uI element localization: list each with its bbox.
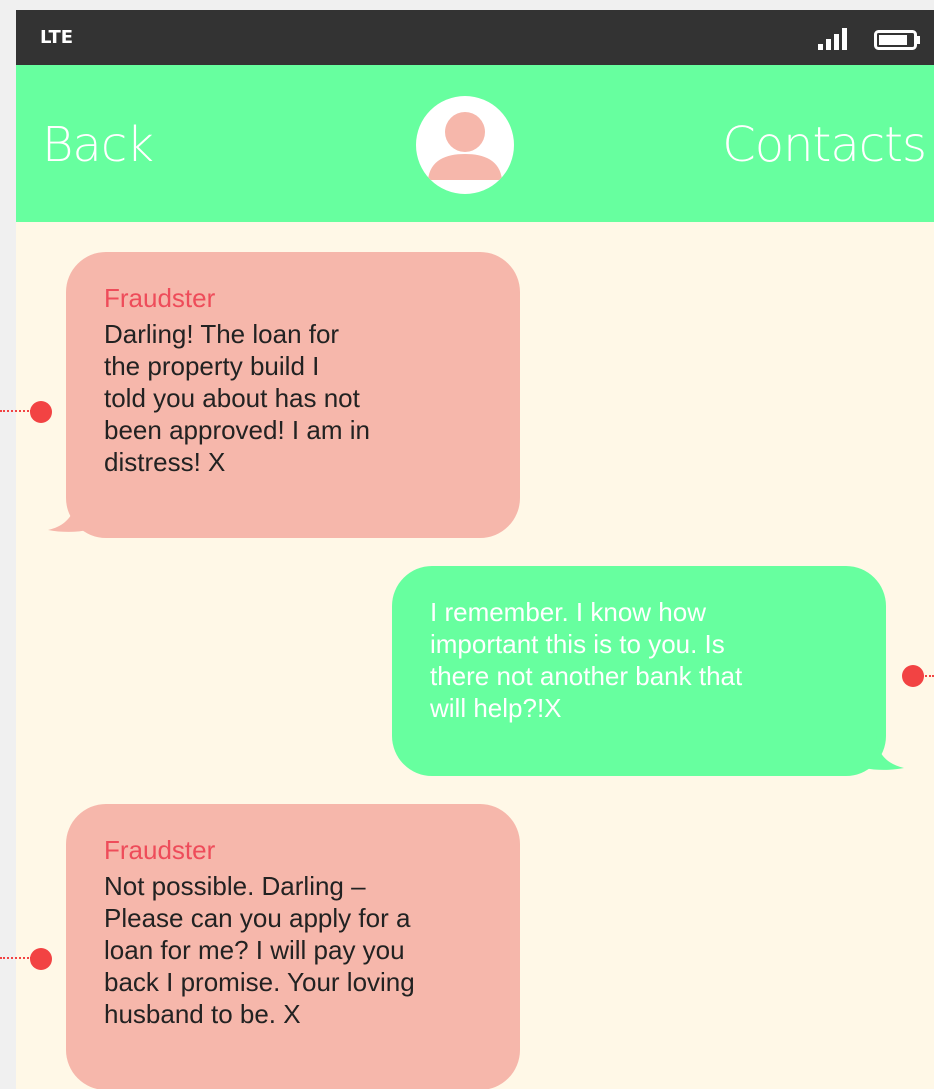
status-bar: LTE	[16, 10, 934, 65]
phone-screen: LTE Back Contacts Fraudster Darling! The…	[16, 10, 934, 1089]
network-type: LTE	[40, 27, 74, 48]
message-line: told you about has not	[104, 383, 360, 413]
message-bubble-received[interactable]: Fraudster Darling! The loan for the prop…	[66, 252, 520, 538]
battery-icon	[874, 30, 920, 50]
annotation-line	[922, 675, 934, 677]
annotation-dot	[30, 401, 52, 423]
message-bubble-received[interactable]: Fraudster Not possible. Darling – Please…	[66, 804, 520, 1089]
message-line: will help?!X	[430, 693, 562, 723]
message-line: loan for me? I will pay you	[104, 935, 405, 965]
annotation-dot	[902, 665, 924, 687]
contacts-button[interactable]: Contacts	[722, 117, 927, 173]
avatar-silhouette-icon	[428, 112, 502, 180]
signal-bars-icon	[818, 28, 847, 50]
message-line: back I promise. Your loving	[104, 967, 415, 997]
annotation-line	[0, 957, 32, 959]
message-bubble-sent[interactable]: I remember. I know how important this is…	[392, 566, 886, 776]
message-line: distress! X	[104, 447, 226, 477]
message-list: Fraudster Darling! The loan for the prop…	[16, 222, 934, 1089]
message-line: Please can you apply for a	[104, 903, 411, 933]
bubble-tail-left	[48, 496, 106, 532]
user-avatar-icon[interactable]	[416, 96, 514, 194]
bubble-tail-right	[846, 734, 904, 770]
annotation-dot	[30, 948, 52, 970]
sender-name: Fraudster	[104, 283, 216, 313]
back-button[interactable]: Back	[42, 117, 154, 173]
message-line: Not possible. Darling –	[104, 871, 366, 901]
sender-name: Fraudster	[104, 835, 216, 865]
annotation-line	[0, 410, 32, 412]
message-line: there not another bank that	[430, 661, 743, 691]
nav-bar: Back Contacts	[16, 65, 934, 222]
message-line: husband to be. X	[104, 999, 301, 1029]
message-line: Darling! The loan for	[104, 319, 340, 349]
message-line: I remember. I know how	[430, 597, 706, 627]
message-line: important this is to you. Is	[430, 629, 725, 659]
message-line: the property build I	[104, 351, 320, 381]
message-line: been approved! I am in	[104, 415, 370, 445]
